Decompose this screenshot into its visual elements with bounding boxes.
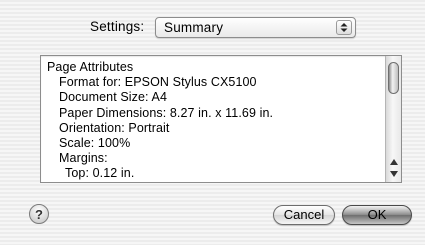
paper-dimensions-line: Paper Dimensions: 8.27 in. x 11.69 in. [59,105,274,120]
popup-arrows-icon [336,20,352,35]
scale-line: Scale: 100% [59,136,131,151]
summary-box: Page Attributes Format for: EPSON Stylus… [40,55,402,183]
document-size-line: Document Size: A4 [59,90,168,105]
settings-popup-value: Summary [164,20,224,35]
scrollbar-thumb[interactable] [388,62,399,94]
help-button[interactable]: ? [29,204,49,224]
margins-line: Margins: [59,151,108,166]
vertical-scrollbar[interactable] [385,56,401,182]
scroll-up-arrow-icon[interactable] [388,157,400,167]
summary-text: Page Attributes Format for: EPSON Stylus… [47,60,273,182]
cancel-button[interactable]: Cancel [273,205,335,225]
margin-top-line: Top: 0.12 in. [65,166,135,181]
orientation-line: Orientation: Portrait [59,120,170,135]
summary-heading: Page Attributes [47,60,134,74]
format-for-line: Format for: EPSON Stylus CX5100 [59,75,257,90]
scroll-down-arrow-icon[interactable] [388,169,400,179]
ok-button[interactable]: OK [342,205,412,225]
settings-popup[interactable]: Summary [155,17,356,38]
settings-label: Settings: [90,19,145,34]
